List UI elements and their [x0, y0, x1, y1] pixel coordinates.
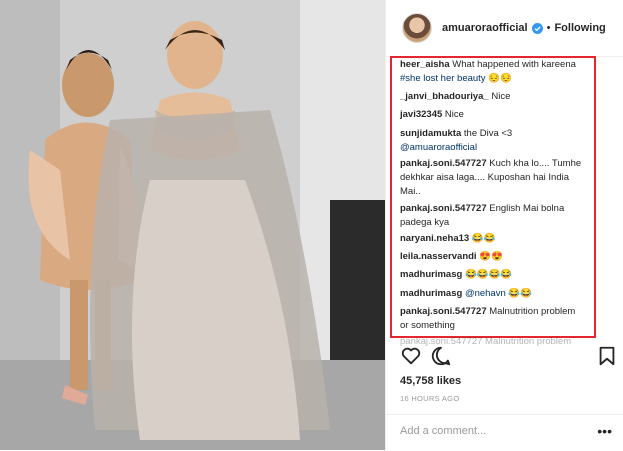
comment-username[interactable]: pankaj.soni.547727 [400, 203, 487, 214]
comment-username[interactable]: madhurimasg [400, 288, 462, 299]
comment-username[interactable]: pankaj.soni.547727 [400, 306, 487, 317]
post-timestamp[interactable]: 16 HOURS AGO [400, 394, 459, 403]
comment-text: Malnutrition problem [489, 306, 576, 317]
post-photo-illustration [0, 0, 385, 450]
comment-username[interactable]: javi32345 [400, 109, 442, 120]
more-icon[interactable]: ••• [597, 423, 612, 439]
likes-count[interactable]: 45,758 likes [400, 375, 461, 387]
comment-item: pankaj.soni.547727 Kuch kha lo.... Tumhe… [400, 157, 596, 199]
comment-item: javi32345 Nice [400, 108, 596, 122]
avatar[interactable] [402, 13, 432, 43]
comment-username[interactable]: _janvi_bhadouriya_ [400, 91, 489, 102]
comment-item: pankaj.soni.547727 English Mai bolna pad… [400, 202, 596, 230]
comment-text: the Diva <3 [463, 128, 513, 139]
comment-text: Nice [444, 109, 464, 120]
comment-username[interactable]: heer_aisha [400, 59, 450, 70]
comment-text-line2: padega kya [400, 217, 450, 228]
comment-username[interactable]: sunjidamukta [400, 128, 461, 139]
comment-icon[interactable] [430, 345, 452, 367]
comment-username[interactable]: naryani.neha13 [400, 233, 469, 244]
add-comment-bar: Add a comment... ••• [386, 414, 623, 451]
comment-text: 😍😍 [479, 251, 503, 262]
comment-text: 😂😂😂😂 [464, 269, 513, 280]
comment-item: heer_aisha What happened with kareena #s… [400, 58, 596, 86]
post-header: amuaroraofficial • Following [386, 0, 623, 57]
bookmark-icon[interactable] [596, 345, 618, 367]
comment-mention[interactable]: @nehavn [465, 288, 506, 299]
comment-item: pankaj.soni.547727 Malnutrition problem … [400, 305, 596, 333]
comment-text: English Mai bolna [489, 203, 565, 214]
comment-text-line3: Mai.. [400, 186, 421, 197]
action-bar [386, 345, 623, 373]
post-photo[interactable] [0, 0, 385, 450]
comment-text-line2: dekhkar aisa laga.... Kuposhan hai India [400, 172, 570, 183]
comment-text: Kuch kha lo.... Tumhe [489, 158, 582, 169]
separator-dot: • [546, 22, 551, 34]
heart-icon[interactable] [400, 345, 422, 367]
comment-username[interactable]: madhurimasg [400, 269, 462, 280]
comment-item: leila.nasservandi 😍😍 [400, 250, 596, 264]
comment-text-line2: or something [400, 320, 455, 331]
post-username[interactable]: amuaroraofficial [442, 22, 528, 34]
comment-item: madhurimasg 😂😂😂😂 [400, 268, 596, 282]
comment-text: What happened with kareena [452, 59, 576, 70]
comment-text: 😂😂 [471, 233, 496, 244]
comment-hashtag-line: #she lost her beauty 😔😔 [400, 73, 512, 84]
comment-item: sunjidamukta the Diva <3 @amuaroraoffici… [400, 127, 596, 155]
comment-item: naryani.neha13 😂😂 [400, 232, 596, 246]
following-button[interactable]: Following [554, 22, 605, 34]
comment-text: Nice [491, 91, 511, 102]
comments-list[interactable]: heer_aisha What happened with kareena #s… [386, 56, 623, 342]
comment-item: madhurimasg @nehavn 😂😂 [400, 287, 596, 301]
add-comment-input[interactable]: Add a comment... [400, 425, 486, 437]
comment-item: _janvi_bhadouriya_ Nice [400, 90, 596, 104]
verified-badge-icon [531, 22, 543, 34]
comment-username[interactable]: leila.nasservandi [400, 251, 477, 262]
comment-text: 😂😂 [508, 288, 533, 299]
comment-mention[interactable]: @amuaroraofficial [400, 142, 477, 153]
post-side-panel: amuaroraofficial • Following heer_aisha … [385, 0, 623, 450]
comment-username[interactable]: pankaj.soni.547727 [400, 158, 487, 169]
